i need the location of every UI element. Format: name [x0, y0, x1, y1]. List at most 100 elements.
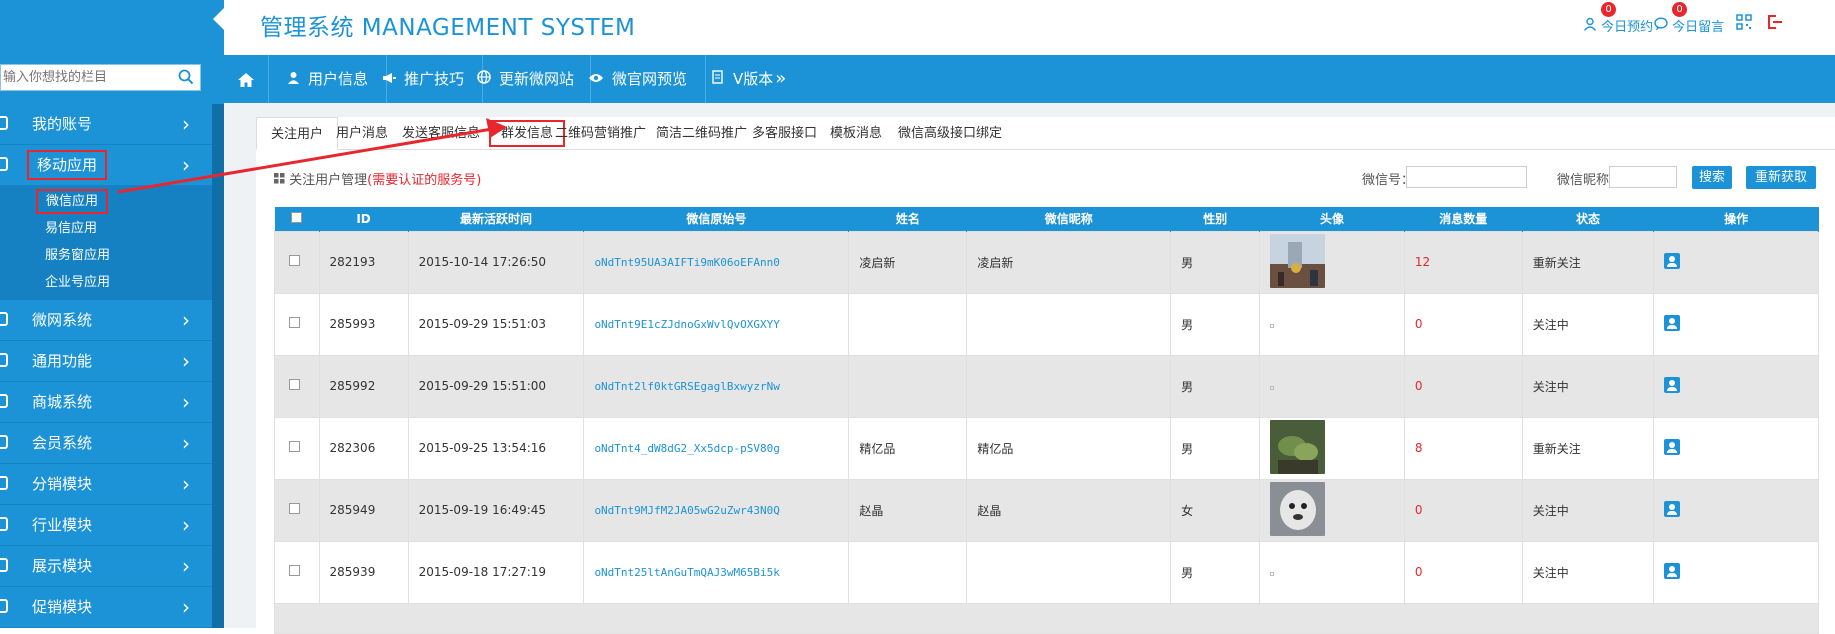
sidebar-subitem[interactable]: 服务窗应用	[0, 242, 212, 269]
section-title-text: 关注用户管理	[289, 173, 368, 188]
cell-nick: 凌启新	[966, 230, 1172, 294]
row-checkbox[interactable]	[289, 503, 300, 514]
sidebar-item[interactable]: 移动应用 ›	[0, 145, 212, 186]
reservations-label: 今日预约	[1601, 20, 1654, 35]
sidebar-subitem[interactable]: 微信应用	[0, 188, 212, 215]
nav-home[interactable]	[224, 55, 269, 103]
msg-count: 0	[1414, 379, 1423, 393]
user-icon	[287, 55, 300, 103]
sidebar-collapse-notch[interactable]	[213, 8, 224, 30]
row-checkbox[interactable]	[289, 379, 300, 390]
col-header: 微信昵称	[966, 207, 1172, 231]
nav-site-preview-label: 微官网预览	[612, 70, 688, 88]
wxid-link[interactable]: oNdTnt2lf0ktGRSEgaglBxwyzrNw	[594, 380, 779, 393]
sidebar-item[interactable]: 行业模块 ›	[0, 505, 212, 546]
wxid-link[interactable]: oNdTnt9MJfM2JA05wG2uZwr43N0Q	[594, 504, 779, 517]
cell-time: 2015-10-14 17:26:50	[407, 230, 585, 294]
user-profile-icon[interactable]	[1664, 438, 1681, 455]
chevron-right-icon: ›	[182, 112, 190, 136]
qrcode-icon[interactable]	[1736, 14, 1752, 34]
user-profile-icon[interactable]	[1664, 376, 1681, 393]
row-checkbox[interactable]	[289, 565, 300, 576]
sidebar-subitem[interactable]: 易信应用	[0, 215, 212, 242]
wxid-link[interactable]: oNdTnt95UA3AIFTi9mK06oEFAnn0	[594, 256, 779, 269]
cell-time: 2015-09-19 16:49:45	[407, 478, 585, 542]
logout-icon[interactable]	[1767, 14, 1783, 34]
search-icon[interactable]	[178, 69, 194, 89]
sidebar-item-label: 移动应用	[27, 150, 108, 180]
sidebar-item[interactable]: 促销模块 ›	[0, 587, 212, 628]
nav-update-site-label: 更新微网站	[499, 70, 575, 88]
today-reservations[interactable]: 0 今日预约	[1583, 2, 1654, 35]
broken-image-icon	[1270, 386, 1275, 390]
header: 管理系统 MANAGEMENT SYSTEM 0 今日预约 0 今日留言	[224, 0, 1835, 55]
msg-count: 12	[1414, 255, 1431, 269]
nav-user-info-label: 用户信息	[308, 70, 369, 88]
menu-icon	[0, 599, 8, 613]
cell-id: 285992	[318, 354, 409, 418]
cell-gender: 男	[1170, 354, 1261, 418]
sidebar-item[interactable]: 展示模块 ›	[0, 546, 212, 587]
sidebar-item-label: 通用功能	[32, 352, 93, 370]
menu-icon	[0, 435, 8, 449]
users-table: ID 最新活跃时间 微信原始号 姓名 微信昵称 性别 头像 消息数量 状态 操作…	[274, 207, 1819, 634]
sidebar-item[interactable]: 我的账号 ›	[0, 104, 212, 145]
user-profile-icon[interactable]	[1664, 252, 1681, 269]
cell-msgs: 0	[1403, 540, 1523, 604]
row-checkbox[interactable]	[289, 441, 300, 452]
cell-wxid: oNdTnt9E1cZJdnoGxWvlQvOXGXYY	[583, 292, 850, 356]
sidebar-subitem[interactable]: 企业号应用	[0, 269, 212, 296]
sidebar-submenu: 微信应用 易信应用 服务窗应用 企业号应用	[0, 186, 212, 300]
today-messages[interactable]: 0 今日留言	[1654, 2, 1724, 35]
wxid-link[interactable]: oNdTnt9E1cZJdnoGxWvlQvOXGXYY	[594, 318, 779, 331]
sidebar-item[interactable]: 分销模块 ›	[0, 464, 212, 505]
main-panel: 关注用户 用户消息 发送客服信息 群发信息 二维码营销推广 简洁二维码推广 多客服接口 模板消…	[256, 117, 1835, 634]
top-navbar: 用户信息 推广技巧 更新微网站 微官网预览 V版本»	[224, 55, 1835, 103]
sidebar-item-label: 行业模块	[32, 516, 93, 534]
wx-nick-input[interactable]	[1609, 166, 1677, 188]
menu-icon	[0, 476, 8, 490]
avatar	[1270, 419, 1326, 477]
sidebar-item[interactable]: 微网系统 ›	[0, 300, 212, 341]
tab-label: 用户消息	[336, 126, 389, 141]
tab-label: 二维码营销推广	[555, 126, 647, 141]
home-icon	[237, 70, 255, 88]
chevron-right-icon: ›	[182, 513, 190, 537]
sidebar-item[interactable]: 商城系统 ›	[0, 382, 212, 423]
cell-avatar	[1259, 416, 1405, 480]
wx-id-input[interactable]	[1406, 166, 1527, 188]
col-header: 最新活跃时间	[408, 207, 585, 231]
sidebar-item-label: 微网系统	[32, 311, 93, 329]
sidebar-scrollbar[interactable]	[212, 104, 224, 628]
menu-icon	[0, 312, 8, 326]
cell-msgs: 12	[1403, 230, 1523, 294]
sidebar-search	[0, 64, 201, 91]
user-profile-icon[interactable]	[1664, 562, 1681, 579]
cell-status: 关注中	[1521, 292, 1655, 356]
table-row: 285992 2015-09-29 15:51:00 oNdTnt2lf0ktGRS…	[274, 354, 1819, 418]
sidebar-item-label: 会员系统	[32, 434, 93, 452]
wxid-link[interactable]: oNdTnt4_dW8dG2_Xx5dcp-pSV80g	[594, 442, 779, 455]
sidebar-item[interactable]: 会员系统 ›	[0, 423, 212, 464]
user-profile-icon[interactable]	[1664, 500, 1681, 517]
menu-icon	[0, 394, 8, 408]
nav-site-preview[interactable]: 微官网预览	[570, 55, 707, 103]
select-all-checkbox[interactable]	[291, 211, 302, 223]
cell-id: 282193	[318, 230, 409, 294]
search-button[interactable]: 搜索	[1692, 166, 1732, 189]
megaphone-icon	[382, 55, 396, 103]
row-checkbox[interactable]	[289, 255, 300, 266]
eye-icon	[588, 55, 604, 103]
tab[interactable]: 微信高级接口绑定	[884, 117, 1016, 150]
nav-version[interactable]: V版本»	[694, 55, 804, 103]
menu-icon	[0, 517, 8, 531]
refresh-button[interactable]: 重新获取	[1746, 166, 1816, 189]
user-profile-icon[interactable]	[1664, 314, 1681, 331]
content-area: 关注用户 用户消息 发送客服信息 群发信息 二维码营销推广 简洁二维码推广 多客服接口 模板消…	[224, 103, 1835, 634]
document-icon	[712, 55, 725, 103]
sidebar-search-input[interactable]	[1, 65, 171, 90]
tab-label: 模板消息	[830, 126, 883, 141]
wxid-link[interactable]: oNdTnt25ltAnGuTmQAJ3wM65Bi5k	[594, 566, 779, 579]
row-checkbox[interactable]	[289, 317, 300, 328]
sidebar-item[interactable]: 通用功能 ›	[0, 341, 212, 382]
